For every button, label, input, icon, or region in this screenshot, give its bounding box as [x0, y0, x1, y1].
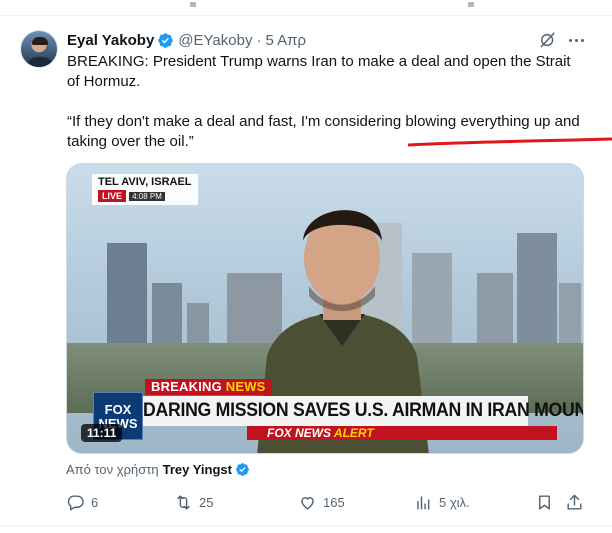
- tweet-date[interactable]: 5 Απρ: [265, 32, 306, 49]
- repost-icon: [177, 494, 190, 510]
- media-attribution: Από τον χρήστη Trey Yingst: [66, 462, 254, 477]
- alert-brand: FOX NEWS: [267, 426, 332, 440]
- alert-word: ALERT: [333, 426, 374, 440]
- author-handle[interactable]: @EYakoby: [178, 32, 252, 49]
- reply-button[interactable]: 6: [66, 490, 98, 514]
- live-time: 4:08 PM: [129, 192, 165, 201]
- bookmark-button[interactable]: [535, 490, 554, 514]
- separator-dot: ·: [256, 31, 262, 49]
- attribution-name[interactable]: Trey Yingst: [163, 462, 232, 477]
- verified-badge-icon[interactable]: [157, 32, 174, 49]
- chyron-headline: DARING MISSION SAVES U.S. AIRMAN IN IRAN…: [143, 396, 583, 426]
- share-icon: [567, 494, 582, 510]
- tweet-header: Eyal Yakoby @EYakoby · 5 Απρ: [67, 30, 306, 50]
- views-icon: [417, 495, 430, 510]
- breaking-news-word: NEWS: [225, 379, 266, 394]
- breaking-news-tag: BREAKING NEWS: [145, 379, 272, 395]
- views-count: 5 χιλ.: [439, 494, 470, 510]
- like-icon: [301, 496, 314, 510]
- location-tag: TEL AVIV, ISRAEL LIVE 4:08 PM: [92, 174, 198, 205]
- repost-button[interactable]: 25: [174, 490, 213, 514]
- views-button[interactable]: 5 χιλ.: [414, 490, 470, 514]
- more-icon[interactable]: [566, 33, 586, 47]
- reply-count: 6: [91, 494, 99, 510]
- fox-news-alert-bar: FOX NEWS ALERT: [247, 426, 557, 440]
- attribution-prefix: Από τον χρήστη: [66, 462, 159, 477]
- logo-line-1: FOX: [104, 402, 132, 417]
- repost-count: 25: [199, 494, 214, 510]
- video-duration: 11:11: [81, 424, 123, 442]
- avatar-hair: [32, 37, 48, 45]
- bookmark-icon: [539, 494, 550, 510]
- previous-tweet-fragment: [468, 2, 474, 7]
- tweet-divider: [0, 525, 612, 526]
- avatar-shirt: [26, 57, 54, 67]
- red-underline-annotation: [408, 137, 612, 147]
- author-name[interactable]: Eyal Yakoby: [67, 32, 154, 49]
- tweet-text-paragraph-1: BREAKING: President Trump warns Iran to …: [67, 53, 571, 90]
- previous-tweet-fragment: [190, 2, 196, 7]
- previous-tweet-edge: [0, 0, 612, 16]
- location-label: TEL AVIV, ISRAEL: [98, 176, 192, 188]
- share-button[interactable]: [565, 490, 584, 514]
- grok-icon[interactable]: [538, 30, 558, 50]
- like-button[interactable]: 165: [298, 490, 345, 514]
- author-avatar[interactable]: [20, 30, 58, 68]
- breaking-word: BREAKING: [151, 379, 222, 394]
- video-player[interactable]: TEL AVIV, ISRAEL LIVE 4:08 PM BREAKING N…: [66, 163, 584, 454]
- like-count: 165: [323, 494, 345, 510]
- tweet-actions: 6 25 165 5 χιλ.: [62, 490, 592, 514]
- live-label: LIVE: [98, 190, 127, 202]
- reply-icon: [67, 494, 84, 511]
- verified-badge-icon: [236, 463, 249, 476]
